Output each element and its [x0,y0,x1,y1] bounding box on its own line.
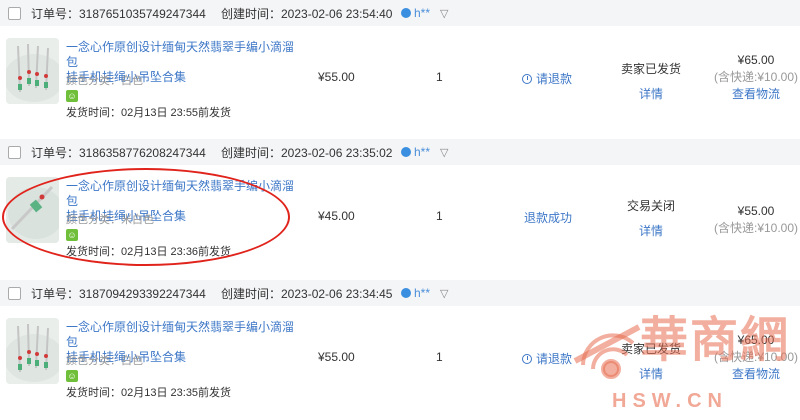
status-detail-link[interactable]: 详情 [605,222,697,239]
buyer-avatar-icon [401,147,411,157]
unit-price: ¥55.00 [318,70,355,84]
order-item: 一念心作原创设计缅甸天然翡翠手编小滴溜包 挂手机挂绳小吊坠合集 颜色分类：白色 … [0,26,800,126]
filter-icon[interactable]: ▽ [440,7,448,20]
created-time: 创建时间：2023-02-06 23:34:45 [221,286,393,301]
order-item: 一念心作原创设计缅甸天然翡翠手编小滴溜包 挂手机挂绳小吊坠合集 颜色分类：米白色… [0,165,800,265]
product-thumbnail[interactable] [6,177,59,243]
refund-link[interactable]: 请退款 [522,350,572,367]
order-total: ¥65.00 (含快递:¥10.00) 查看物流 [706,52,800,103]
created-time: 创建时间：2023-02-06 23:54:40 [221,6,393,21]
unit-price: ¥45.00 [318,209,355,223]
quantity: 1 [436,209,443,223]
ship-deadline: 发货时间：02月13日 23:35前发货 [66,387,232,399]
product-image-icon [6,177,59,243]
unit-price: ¥55.00 [318,350,355,364]
product-title-line1: 一念心作原创设计缅甸天然翡翠手编小滴溜包 [66,179,295,208]
buyer-label: h** [414,286,431,300]
buyer-label: h** [414,6,431,20]
quantity: 1 [436,350,443,364]
ship-deadline: 发货时间：02月13日 23:55前发货 [66,107,232,119]
order-number: 订单号：3187651035749247344 [31,6,206,21]
order-checkbox[interactable] [8,145,21,159]
order-header: 订单号：3187651035749247344 创建时间：2023-02-06 … [0,0,800,26]
clock-icon [522,353,532,364]
shipping-fee: (含快递:¥10.00) [713,70,799,84]
refund-link[interactable]: 请退款 [522,70,572,87]
product-spec: 颜色分类：米白色 [66,214,154,226]
product-image-icon [6,38,59,104]
total-amount: ¥55.00 [737,204,775,218]
status-text: 卖家已发货 [620,62,681,76]
status-detail-link[interactable]: 详情 [605,85,697,102]
buyer-label: h** [414,145,431,159]
order-checkbox[interactable] [8,6,21,20]
view-logistics-link[interactable]: 查看物流 [706,86,800,103]
total-amount: ¥65.00 [737,53,775,67]
product-thumbnail[interactable] [6,38,59,104]
filter-icon[interactable]: ▽ [440,287,448,300]
service-badge: ☺ [66,88,78,102]
order-number: 订单号：3186358776208247344 [31,145,206,160]
product-spec: 颜色分类：白色 [66,355,143,367]
service-badge-icon: ☺ [66,229,78,241]
service-badge-icon: ☺ [66,90,78,102]
product-title-line1: 一念心作原创设计缅甸天然翡翠手编小滴溜包 [66,40,295,69]
watermark-url: HSW.CN [612,390,728,412]
order-checkbox[interactable] [8,286,21,300]
status-text: 交易关闭 [626,199,675,213]
product-spec: 颜色分类：白色 [66,75,143,87]
buyer-name[interactable]: h** [401,6,430,20]
order-total: ¥55.00 (含快递:¥10.00) [706,203,800,237]
filter-icon[interactable]: ▽ [440,146,448,159]
quantity: 1 [436,70,443,84]
order-status: 交易关闭 详情 [605,197,697,239]
product-image-icon [6,318,59,384]
refund-label: 请退款 [536,72,573,86]
service-badge-icon: ☺ [66,370,78,382]
refund-status-link[interactable]: 退款成功 [524,209,572,226]
order-number: 订单号：3187094293392247344 [31,286,206,301]
refund-label: 请退款 [536,352,573,366]
clock-icon [522,73,532,84]
shipping-fee: (含快递:¥10.00) [713,221,799,235]
order-card: 订单号：3187651035749247344 创建时间：2023-02-06 … [0,0,800,126]
product-thumbnail[interactable] [6,318,59,384]
created-time: 创建时间：2023-02-06 23:35:02 [221,145,393,160]
buyer-avatar-icon [401,288,411,298]
product-title-line1: 一念心作原创设计缅甸天然翡翠手编小滴溜包 [66,320,295,349]
buyer-name[interactable]: h** [401,286,430,300]
refund-label: 退款成功 [524,211,573,225]
order-header: 订单号：3186358776208247344 创建时间：2023-02-06 … [0,139,800,165]
order-card: 订单号：3186358776208247344 创建时间：2023-02-06 … [0,139,800,265]
service-badge: ☺ [66,227,78,241]
watermark-text: 華商網 [640,312,791,368]
order-status: 卖家已发货 详情 [605,60,697,102]
buyer-avatar-icon [401,8,411,18]
service-badge: ☺ [66,368,78,382]
buyer-name[interactable]: h** [401,145,430,159]
ship-deadline: 发货时间：02月13日 23:36前发货 [66,246,232,258]
